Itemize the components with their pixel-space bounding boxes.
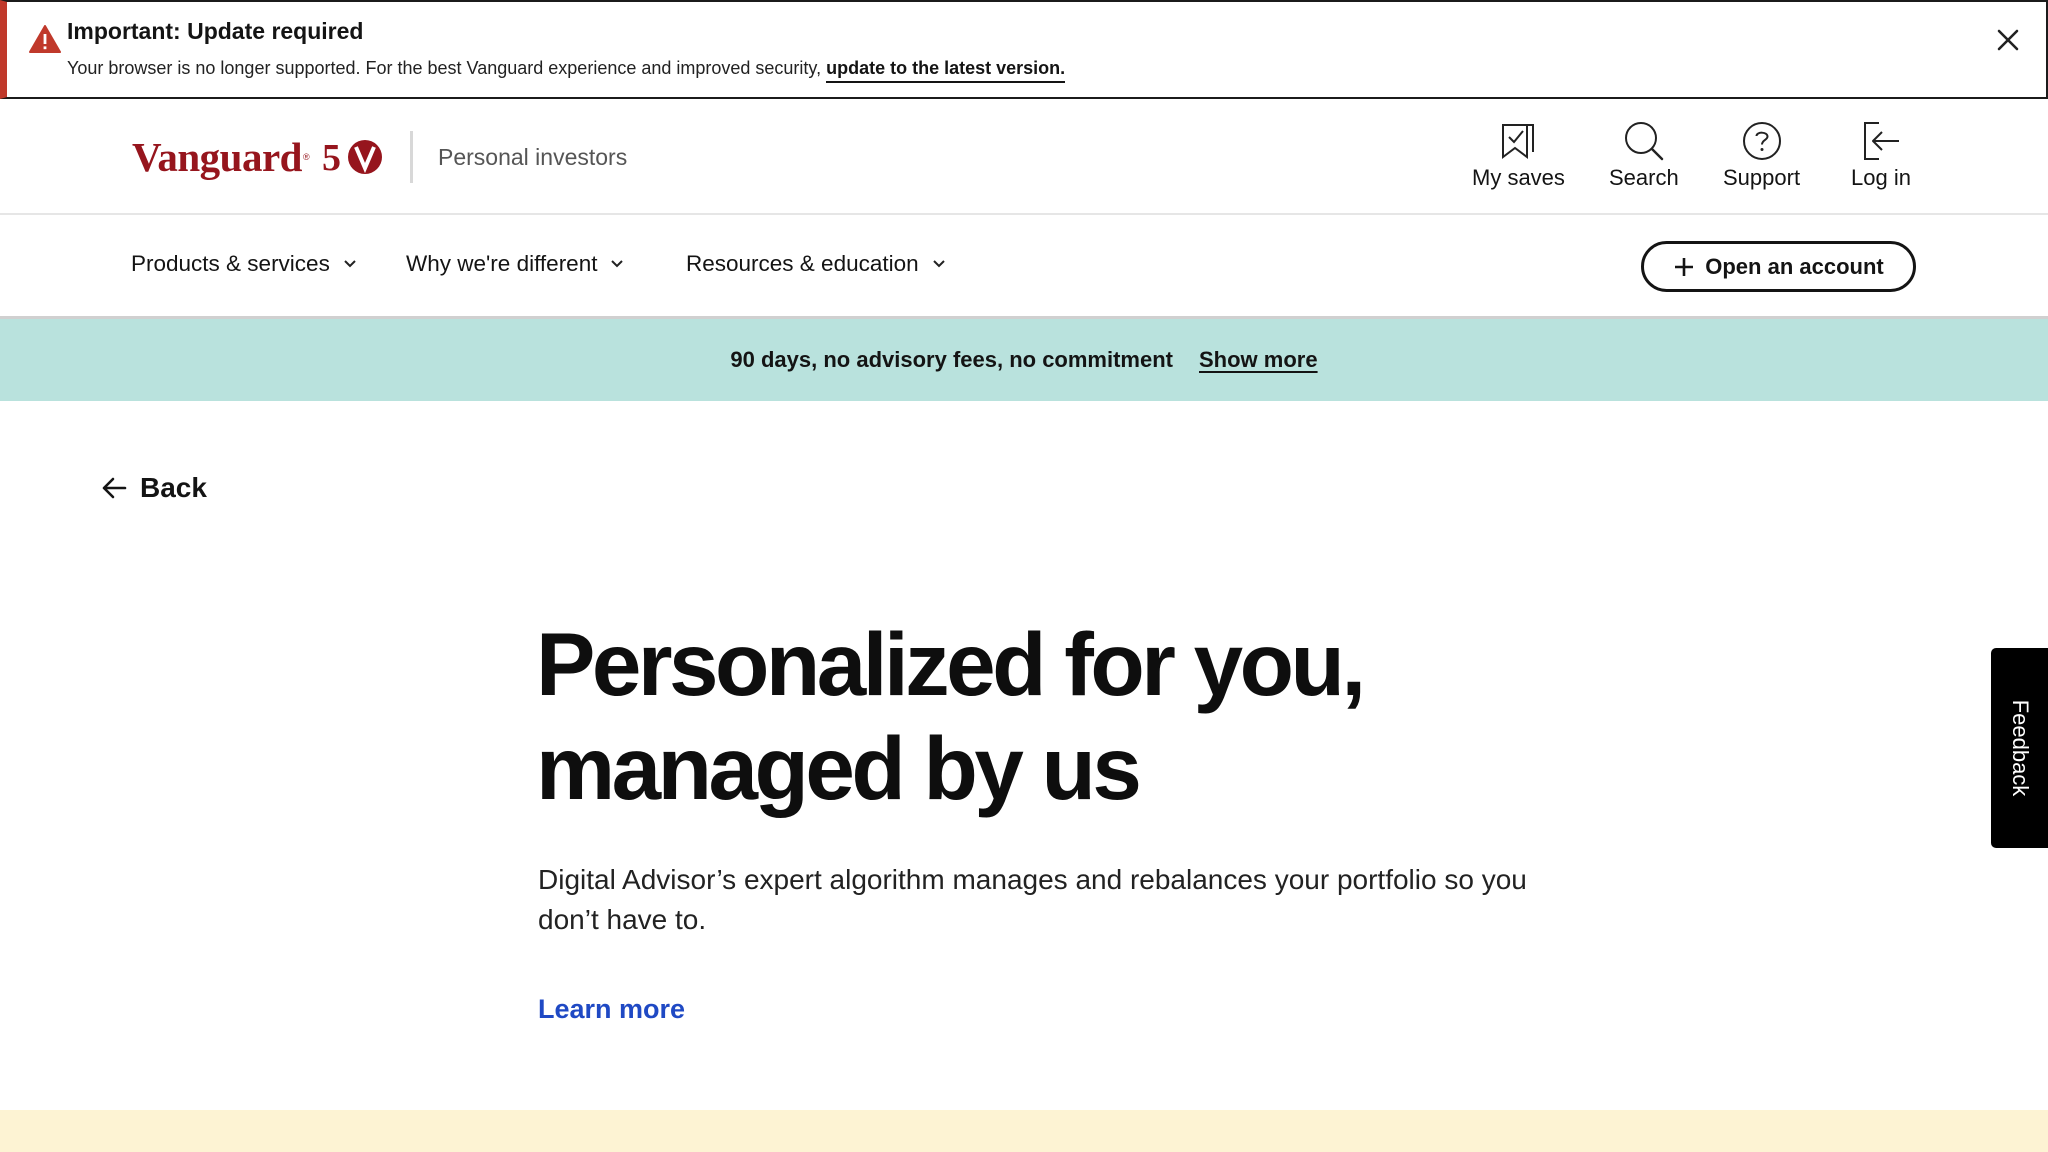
support-label: Support: [1723, 165, 1801, 190]
learn-more-link[interactable]: Learn more: [538, 994, 685, 1025]
hero-heading-line-2: managed by us: [536, 718, 1142, 818]
open-account-label: Open an account: [1705, 253, 1884, 279]
my-saves-link[interactable]: My saves: [1472, 119, 1565, 191]
alert-body-text: Your browser is no longer supported. For…: [67, 58, 822, 78]
alert-title: Important: Update required: [67, 18, 364, 44]
promo-banner: 90 days, no advisory fees, no commitment…: [0, 319, 2048, 401]
login-icon: [1863, 122, 1899, 160]
feedback-label: Feedback: [2007, 699, 2033, 797]
nav-item-label: Why we're different: [406, 251, 598, 276]
chevron-down-icon: [611, 260, 624, 268]
site-header: Vanguard ® 5 Personal investors My saves…: [0, 99, 2048, 215]
update-required-alert: Important: Update required Your browser …: [0, 0, 2048, 99]
hero-description: Digital Advisor’s expert algorithm manag…: [538, 864, 1527, 935]
back-label: Back: [140, 472, 207, 503]
alert-message: Your browser is no longer supported. For…: [67, 58, 1066, 83]
chevron-down-icon: [932, 260, 945, 268]
close-icon[interactable]: [1992, 24, 2024, 56]
nav-products-services[interactable]: Products & services: [131, 251, 358, 277]
search-link[interactable]: Search: [1609, 119, 1679, 191]
nav-resources-education[interactable]: Resources & education: [686, 251, 947, 277]
search-label: Search: [1609, 165, 1679, 190]
svg-text:5: 5: [322, 137, 341, 177]
header-divider: [410, 131, 413, 183]
chevron-down-icon: [344, 260, 356, 268]
search-icon: [1624, 122, 1664, 161]
nav-item-label: Products & services: [131, 251, 330, 276]
nav-item-label: Resources & education: [686, 251, 919, 276]
support-link[interactable]: Support: [1723, 119, 1800, 191]
back-link[interactable]: Back: [100, 472, 207, 504]
update-browser-link[interactable]: update to the latest version.: [826, 58, 1066, 83]
open-account-button[interactable]: Open an account: [1641, 241, 1916, 292]
log-in-label: Log in: [1851, 165, 1911, 190]
anniversary-50-badge: 5: [322, 137, 382, 177]
show-more-link[interactable]: Show more: [1199, 347, 1318, 373]
arrow-left-icon: [102, 477, 127, 499]
my-saves-label: My saves: [1472, 165, 1565, 190]
nav-why-different[interactable]: Why we're different: [406, 251, 625, 277]
warning-icon: [29, 25, 61, 53]
help-icon: [1742, 122, 1781, 160]
bookmark-icon: [1502, 124, 1535, 159]
plus-icon: [1675, 257, 1694, 276]
logo-wordmark: Vanguard: [132, 134, 302, 180]
log-in-link[interactable]: Log in: [1851, 119, 1911, 191]
vanguard-logo[interactable]: Vanguard ® 5: [132, 133, 384, 181]
logo-registered-mark: ®: [302, 152, 310, 162]
audience-label[interactable]: Personal investors: [438, 144, 627, 171]
feedback-tab[interactable]: Feedback: [1991, 648, 2048, 848]
next-section-band: [0, 1110, 2048, 1152]
hero-heading: Personalized for you, managed by us: [536, 612, 1536, 820]
promo-text: 90 days, no advisory fees, no commitment: [730, 347, 1173, 372]
hero-heading-line-1: Personalized for you,: [536, 614, 1366, 714]
primary-navigation: Products & services Why we're different …: [0, 215, 2048, 319]
